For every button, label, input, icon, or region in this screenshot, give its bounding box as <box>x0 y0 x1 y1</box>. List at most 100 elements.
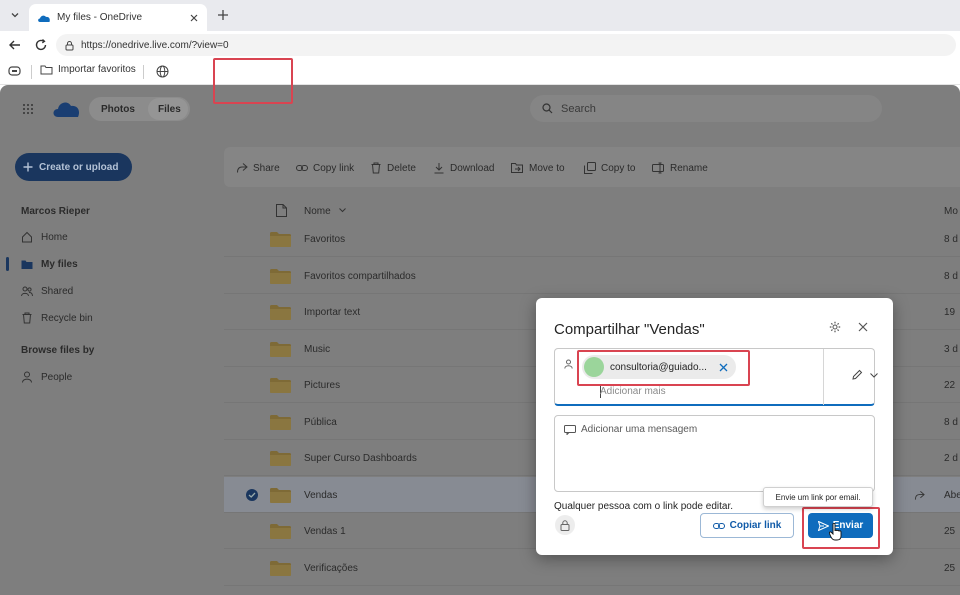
trash-icon <box>22 312 32 324</box>
link-settings-button[interactable] <box>555 515 575 535</box>
file-name[interactable]: Pictures <box>304 380 340 391</box>
sidebar-item-home[interactable]: Home <box>21 229 68 245</box>
folder-icon <box>270 415 291 430</box>
command-label: Copy link <box>313 162 355 174</box>
file-name[interactable]: Verificações <box>304 563 358 574</box>
dialog-close-button[interactable] <box>858 322 868 332</box>
file-name[interactable]: Music <box>304 344 330 355</box>
new-tab-button[interactable] <box>214 6 232 24</box>
message-placeholder: Adicionar uma mensagem <box>581 424 698 435</box>
sidebar-item-recycle-bin[interactable]: Recycle bin <box>21 310 93 326</box>
tab-list-button[interactable] <box>6 6 24 24</box>
gear-icon <box>829 321 841 333</box>
file-name[interactable]: Vendas 1 <box>304 526 346 537</box>
share-dialog: Compartilhar "Vendas" consultoria@guiado… <box>536 298 893 555</box>
plus-icon <box>23 162 33 172</box>
person-icon <box>564 359 573 369</box>
file-row[interactable]: Verificações 25 <box>224 550 960 586</box>
move-to-command[interactable]: Move to <box>511 161 565 175</box>
app-launcher-icon[interactable] <box>22 103 34 115</box>
hand-cursor-icon <box>829 523 843 541</box>
permission-dropdown[interactable] <box>851 369 878 381</box>
people-icon <box>21 286 33 297</box>
search-box[interactable]: Search <box>530 95 882 122</box>
active-nav-indicator <box>6 257 9 271</box>
sort-chevron-icon[interactable] <box>339 208 346 213</box>
command-label: Download <box>450 162 495 174</box>
copy-link-button[interactable]: Copiar link <box>700 513 794 538</box>
address-bar-row: https://onedrive.live.com/?view=0 <box>0 31 960 59</box>
message-field[interactable]: Adicionar uma mensagem <box>554 415 875 492</box>
url-text: https://onedrive.live.com/?view=0 <box>81 39 229 51</box>
sidebar-item-my-files[interactable]: My files <box>21 256 78 272</box>
link-icon <box>712 522 725 529</box>
rename-command[interactable]: Rename <box>652 161 708 175</box>
browser-tab-bar: My files - OneDrive <box>0 0 960 31</box>
favorites-bar: Importar favoritos <box>0 59 960 85</box>
folder-outline-icon <box>40 65 53 75</box>
file-modified: 8 d <box>944 234 958 245</box>
rename-icon <box>652 162 664 174</box>
file-name[interactable]: Importar text <box>304 307 360 318</box>
copy-link-command[interactable]: Copy link <box>296 161 354 175</box>
checkmark-icon[interactable] <box>246 489 258 501</box>
copy-to-command[interactable]: Copy to <box>584 161 635 175</box>
add-more-input[interactable]: Adicionar mais <box>600 386 666 397</box>
tab-title: My files - OneDrive <box>57 12 143 23</box>
favorites-import-link[interactable]: Importar favoritos <box>40 64 136 75</box>
command-label: Delete <box>387 162 416 174</box>
sidebar-item-label: Shared <box>41 285 74 297</box>
share-command[interactable]: Share <box>236 161 280 175</box>
folder-icon <box>270 305 291 320</box>
favorites-import-label: Importar favoritos <box>58 64 136 75</box>
sidebar-item-label: Recycle bin <box>41 312 93 324</box>
create-or-upload-button[interactable]: Create or upload <box>15 153 132 181</box>
divider <box>31 65 32 79</box>
file-name[interactable]: Favoritos <box>304 234 345 245</box>
onedrive-logo-icon[interactable] <box>52 99 80 118</box>
sidebar-item-label: People <box>41 371 73 383</box>
sidebar-item-shared[interactable]: Shared <box>21 283 73 299</box>
tab-photos[interactable]: Photos <box>101 104 135 115</box>
file-row[interactable]: Favoritos compartilhados 8 d <box>224 258 960 294</box>
settings-button[interactable] <box>829 321 841 333</box>
copy-link-label: Copiar link <box>729 520 782 531</box>
share-icon[interactable] <box>914 490 925 501</box>
column-modified-header[interactable]: Mo <box>944 206 958 217</box>
reading-icon[interactable] <box>8 65 21 77</box>
person-icon <box>22 371 32 383</box>
file-name[interactable]: Pública <box>304 417 337 428</box>
link-setting-text[interactable]: Qualquer pessoa com o link pode editar. <box>554 501 733 512</box>
home-icon <box>22 231 32 243</box>
globe-icon[interactable] <box>156 65 169 78</box>
folder-icon <box>270 561 291 576</box>
folder-icon <box>270 269 291 284</box>
folder-icon <box>270 451 291 466</box>
file-row[interactable]: Favoritos 8 d <box>224 221 960 257</box>
share-icon <box>237 163 248 173</box>
tab-files[interactable]: Files <box>158 104 181 115</box>
command-label: Move to <box>529 162 565 174</box>
tab-close-button[interactable] <box>187 11 201 25</box>
download-command[interactable]: Download <box>433 161 494 175</box>
browser-tab[interactable]: My files - OneDrive <box>29 4 207 31</box>
delete-command[interactable]: Delete <box>370 161 416 175</box>
message-icon <box>564 425 576 435</box>
file-name[interactable]: Vendas <box>304 490 337 501</box>
sidebar-item-people[interactable]: People <box>21 369 72 385</box>
file-type-icon <box>276 204 287 217</box>
site-info-icon[interactable] <box>64 40 75 51</box>
folder-icon <box>21 260 33 269</box>
url-field[interactable]: https://onedrive.live.com/?view=0 <box>56 34 956 56</box>
copy-icon <box>584 162 596 174</box>
folder-icon <box>270 378 291 393</box>
file-name[interactable]: Super Curso Dashboards <box>304 453 417 464</box>
column-name-header[interactable]: Nome <box>304 206 331 217</box>
lock-icon <box>560 519 570 531</box>
trash-icon <box>371 162 381 174</box>
file-name[interactable]: Favoritos compartilhados <box>304 271 416 282</box>
back-button[interactable] <box>8 38 22 52</box>
file-modified: 8 d <box>944 271 958 282</box>
reload-button[interactable] <box>34 38 48 52</box>
create-button-label: Create or upload <box>39 161 119 173</box>
